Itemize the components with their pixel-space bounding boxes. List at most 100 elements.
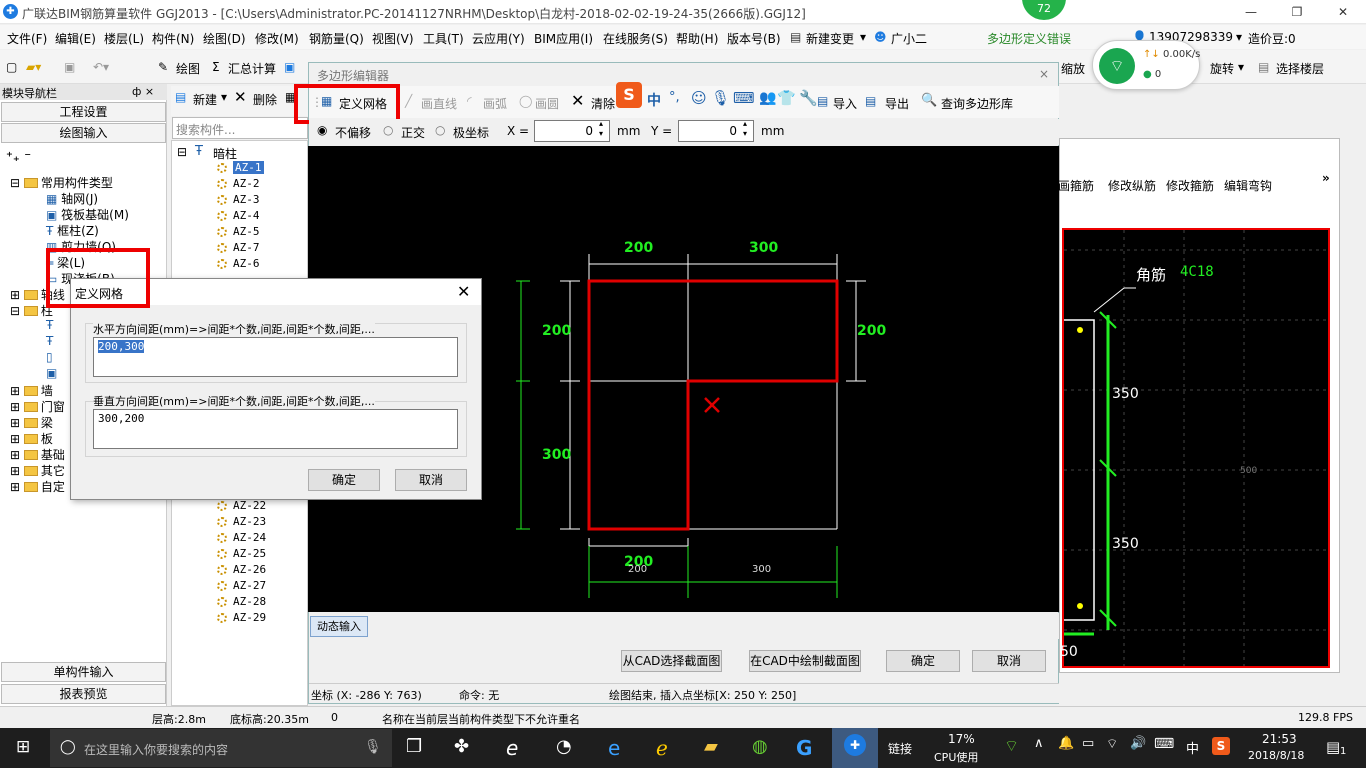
list-item[interactable]: AZ-23: [233, 515, 266, 528]
windows-start-icon[interactable]: ⊞: [16, 737, 30, 757]
keyboard-icon[interactable]: ⌨: [733, 89, 755, 107]
network-speed-widget[interactable]: ⌔ ↑↓ 0.00K/s ● 0: [1092, 40, 1200, 90]
draw-button[interactable]: 绘图: [176, 60, 200, 77]
task-view-icon[interactable]: ❐: [406, 736, 422, 757]
menu-version[interactable]: 版本号(B): [727, 30, 781, 47]
menu-component[interactable]: 构件(N): [152, 30, 194, 47]
menu-help[interactable]: 帮助(H): [676, 30, 718, 47]
project-settings-button[interactable]: 工程设置: [1, 102, 166, 122]
menu-view[interactable]: 视图(V): [372, 30, 414, 47]
clock-time[interactable]: 21:53: [1262, 732, 1297, 746]
action-center-icon[interactable]: ▤: [1326, 738, 1340, 756]
minimize-icon[interactable]: —: [1228, 0, 1274, 24]
dynamic-input-toggle[interactable]: 动态输入: [310, 616, 368, 637]
tree-item-beam-group[interactable]: ⊞ 梁: [10, 414, 53, 431]
menu-online[interactable]: 在线服务(S): [603, 30, 668, 47]
draw-arc-button[interactable]: 画弧: [483, 95, 507, 112]
link-label[interactable]: 链接: [888, 740, 912, 757]
list-item[interactable]: AZ-1: [233, 161, 264, 174]
list-item[interactable]: AZ-27: [233, 579, 266, 592]
microphone-icon[interactable]: 🎙: [364, 739, 382, 755]
list-item[interactable]: AZ-26: [233, 563, 266, 576]
file-explorer-icon[interactable]: ▰: [704, 736, 718, 757]
report-preview-button[interactable]: 报表预览: [1, 684, 166, 704]
tab-modify-long-bar[interactable]: 修改纵筋: [1108, 177, 1156, 194]
ime-mode[interactable]: 中: [647, 90, 661, 110]
tree-item-slab-group[interactable]: ⊞ 板: [10, 430, 53, 447]
tree-item-foundation[interactable]: ⊞ 基础: [10, 446, 65, 463]
tab-modify-stirrup[interactable]: 修改箍筋: [1166, 177, 1214, 194]
zoom-button[interactable]: 缩放: [1061, 60, 1085, 77]
ie-alt-icon[interactable]: ℯ: [656, 736, 668, 760]
menu-cloud[interactable]: 云应用(Y): [472, 30, 525, 47]
network-icon[interactable]: ⌔: [1106, 736, 1118, 752]
undo-icon[interactable]: ↶▾: [93, 60, 109, 74]
menu-bim[interactable]: BIM应用(I): [534, 30, 593, 47]
import-button[interactable]: 导入: [833, 95, 857, 112]
dialog-close-icon[interactable]: ✕: [457, 282, 470, 301]
tree-item-custom[interactable]: ⊞ 自定: [10, 478, 65, 495]
keyboard-icon[interactable]: ⌨: [1154, 736, 1174, 752]
expand-icon[interactable]: ⊟: [177, 145, 187, 159]
fan-app-icon[interactable]: ✤: [454, 736, 469, 757]
chevron-down-icon[interactable]: ▾: [1236, 30, 1242, 44]
column-icon[interactable]: Ŧ: [46, 334, 53, 348]
notification-bell-icon[interactable]: 🔔: [1058, 736, 1074, 751]
spin-icon[interactable]: ▴ ▾: [743, 119, 747, 139]
volume-icon[interactable]: 🔊: [1130, 736, 1146, 751]
punct-icon[interactable]: °,: [669, 90, 680, 105]
draw-line-button[interactable]: 画直线: [421, 95, 457, 112]
new-icon[interactable]: ▤: [175, 90, 186, 104]
tree-item-common[interactable]: ⊟ 常用构件类型: [10, 174, 113, 191]
chevron-down-icon[interactable]: ▾: [1238, 60, 1244, 74]
tree-item-wall[interactable]: ⊞ 墙: [10, 382, 53, 399]
column-icon[interactable]: Ŧ: [46, 318, 53, 332]
shirt-icon[interactable]: 👕: [777, 89, 796, 107]
list-item[interactable]: AZ-28: [233, 595, 266, 608]
tree-item-door[interactable]: ⊞ 门窗: [10, 398, 65, 415]
clock-date[interactable]: 2018/8/18: [1248, 749, 1304, 762]
delete-icon[interactable]: ✕: [234, 88, 247, 106]
browser-icon[interactable]: ◔: [556, 736, 572, 757]
list-item[interactable]: AZ-3: [233, 193, 260, 206]
menu-new-change[interactable]: 新建变更: [806, 30, 854, 47]
new-button[interactable]: 新建: [193, 91, 217, 108]
list-item[interactable]: AZ-5: [233, 225, 260, 238]
single-component-input-button[interactable]: 单构件输入: [1, 662, 166, 682]
cad-select-section-button[interactable]: 从CAD选择截面图: [621, 650, 722, 672]
column-icon[interactable]: ▣: [46, 366, 57, 380]
list-item[interactable]: AZ-2: [233, 177, 260, 190]
sogou-ime-icon[interactable]: S: [616, 82, 642, 108]
list-item[interactable]: AZ-7: [233, 241, 260, 254]
wifi-tray-icon[interactable]: ⌔: [1004, 736, 1019, 756]
badge-counter[interactable]: 72: [1022, 0, 1066, 20]
menu-draw[interactable]: 绘图(D): [203, 30, 246, 47]
view-icon[interactable]: ▣: [284, 60, 295, 74]
edge-icon[interactable]: e: [608, 736, 620, 760]
tab-draw-stirrup[interactable]: 画箍筋: [1058, 177, 1094, 194]
editor-cancel-button[interactable]: 取消: [972, 650, 1046, 672]
spin-icon[interactable]: ▴ ▾: [599, 119, 603, 139]
taskbar-search-box[interactable]: ◯ 在这里输入你要搜索的内容 🎙: [50, 729, 392, 767]
open-folder-icon[interactable]: ▰▾: [26, 60, 41, 74]
menu-assistant[interactable]: 广小二: [891, 30, 927, 47]
tree-item-raft[interactable]: ▣ 筏板基础(M): [46, 206, 129, 223]
select-floor-button[interactable]: 选择楼层: [1276, 60, 1324, 77]
menu-floor[interactable]: 楼层(L): [104, 30, 144, 47]
radio-polar-icon[interactable]: ○: [435, 123, 445, 137]
ggj-app-taskbar[interactable]: ✚: [832, 728, 878, 768]
tree-item-axis[interactable]: ▦ 轴网(J): [46, 190, 98, 207]
more-icon[interactable]: »: [1322, 171, 1330, 185]
ie-icon[interactable]: e: [506, 736, 518, 760]
list-item[interactable]: AZ-4: [233, 209, 260, 222]
draw-circle-button[interactable]: 画圆: [535, 95, 559, 112]
expand-collapse-icon[interactable]: ⁺₊ ⁻: [6, 150, 31, 165]
user-group-icon[interactable]: 👥: [759, 90, 776, 106]
query-polygon-lib-button[interactable]: 查询多边形库: [941, 95, 1013, 112]
dialog-cancel-button[interactable]: 取消: [395, 469, 467, 491]
summary-calc-button[interactable]: 汇总计算: [228, 60, 276, 77]
editor-close-icon[interactable]: ×: [1039, 67, 1049, 81]
horizontal-spacing-input[interactable]: 200,300: [93, 337, 458, 377]
g-app-icon[interactable]: G: [796, 736, 812, 760]
menu-edit[interactable]: 编辑(E): [55, 30, 96, 47]
